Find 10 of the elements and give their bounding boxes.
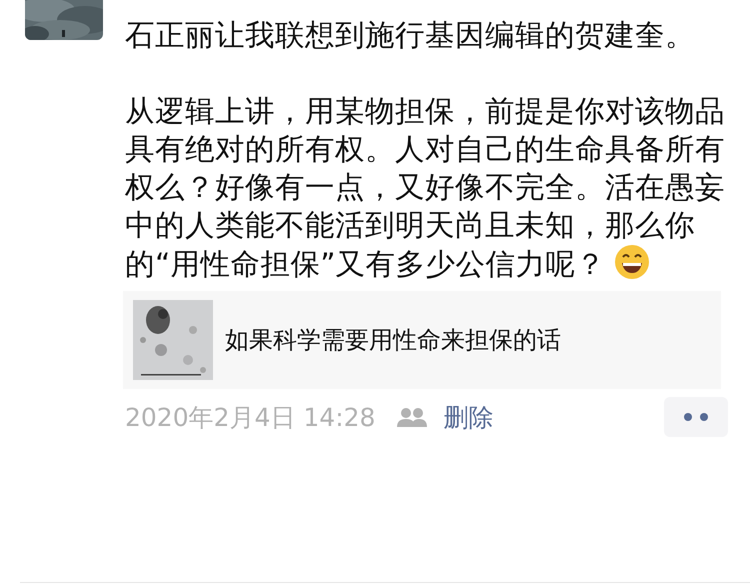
post-text: 从逻辑上讲，用某物担保，前提是你对该物品具有绝对的所有权。人对自己的生命具备所有权么？好像有一点，又好像不完全。活在愚妄中的人类能不能活到明天尚且未知，那么你的“用性命担保”又有多少公信力呢？ bbox=[125, 93, 725, 283]
link-card[interactable]: 如果科学需要用性命来担保的话 bbox=[123, 291, 721, 389]
post-text: 石正丽让我联想到施行基因编辑的贺建奎。 bbox=[125, 17, 696, 54]
grinning-face-icon bbox=[614, 244, 650, 280]
more-icon bbox=[683, 412, 709, 422]
people-icon bbox=[397, 407, 428, 427]
link-title: 如果科学需要用性命来担保的话 bbox=[225, 325, 561, 356]
post-time: 2020年2月4日 14:28 bbox=[125, 402, 376, 434]
more-button[interactable] bbox=[664, 397, 728, 437]
delete-link[interactable]: 删除 bbox=[443, 400, 494, 434]
